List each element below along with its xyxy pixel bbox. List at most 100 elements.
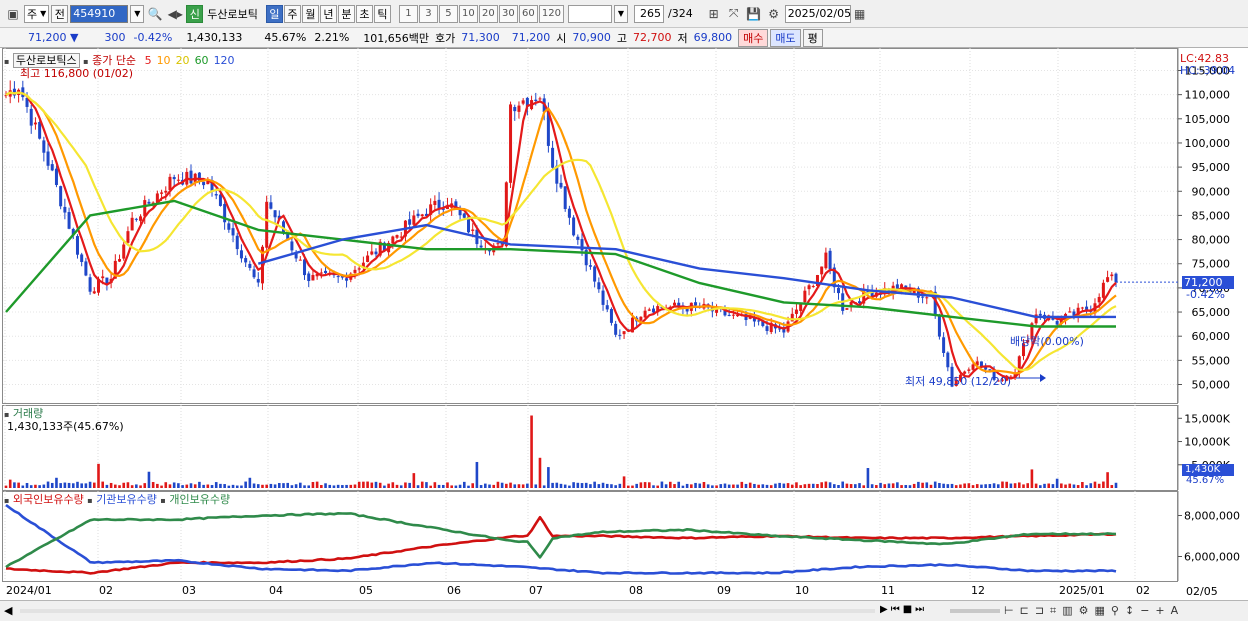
foreign-holdings-label: 외국인보유수량 (12, 493, 84, 506)
ma-period-20[interactable]: 20 (176, 54, 190, 67)
volume-bar (879, 482, 882, 488)
volume-bar (273, 484, 277, 488)
panel-handle-icon[interactable]: ▪ (4, 57, 9, 66)
interval-button-30[interactable]: 30 (498, 4, 518, 23)
volume-bar (101, 481, 105, 488)
code-dropdown-icon[interactable]: ▼ (130, 4, 145, 23)
holdings-panel-handle-icon-3[interactable]: ▪ (160, 496, 165, 505)
measure-icon[interactable]: ⊏ (1020, 604, 1029, 618)
volume-bar (513, 484, 517, 488)
period-tab-3[interactable]: 년 (319, 4, 337, 23)
volume-bar (921, 482, 924, 488)
rewind-icon[interactable]: ⏮ (891, 604, 900, 615)
speaker-icon[interactable]: ◀▸ (166, 5, 184, 23)
candle-body (298, 259, 302, 261)
period-tab-4[interactable]: 분 (337, 4, 355, 23)
save-icon[interactable]: 💾 (745, 5, 763, 23)
candle-body (942, 337, 946, 353)
zoom-slider[interactable] (950, 609, 1000, 613)
play-icon[interactable]: ▶ (880, 604, 888, 615)
volume-bar (618, 483, 622, 488)
zoom-in-icon[interactable]: + (1155, 604, 1164, 618)
search-icon[interactable]: 🔍 (146, 5, 164, 23)
volume-bar (307, 485, 311, 488)
scroll-track[interactable] (20, 609, 875, 613)
volume-bar (193, 484, 197, 488)
interval-button-5[interactable]: 5 (438, 4, 458, 23)
settings-icon[interactable]: ⚙ (1079, 604, 1089, 618)
magnifier-icon[interactable]: ⚲ (1111, 604, 1119, 618)
interval-button-3[interactable]: 3 (418, 4, 438, 23)
prev-button[interactable]: 전 (51, 4, 69, 23)
period-tab-0[interactable]: 일 (265, 4, 283, 23)
zoom-out-icon[interactable]: − (1140, 604, 1149, 618)
ma-period-60[interactable]: 60 (195, 54, 209, 67)
volume-bar (908, 485, 912, 488)
fast-forward-icon[interactable]: ⏭ (915, 604, 924, 615)
volume-bar (1009, 483, 1013, 488)
volume-bar (479, 485, 483, 488)
table-icon[interactable]: ▦ (1095, 604, 1105, 618)
volume-bar (214, 482, 218, 488)
candle-body (794, 309, 798, 314)
volume-bar (572, 482, 575, 488)
volume-bar (130, 485, 134, 488)
sell-button[interactable]: 매도 (770, 28, 801, 47)
pan-icon[interactable]: ↕ (1125, 604, 1134, 618)
holdings-panel-handle-icon-2[interactable]: ▪ (87, 496, 92, 505)
period-tab-1[interactable]: 주 (283, 4, 301, 23)
high-label: 고 (616, 31, 628, 45)
stock-name: 두산로보틱 (207, 7, 258, 21)
volume-bar (1110, 485, 1114, 488)
holdings-panel-handle-icon[interactable]: ▪ (4, 496, 9, 505)
volume-bar (1039, 485, 1042, 488)
count-input[interactable]: 265 (633, 4, 664, 23)
period-tab-2[interactable]: 월 (301, 4, 319, 23)
low-price: 69,800 (693, 31, 733, 44)
evaluate-button[interactable]: 평 (802, 28, 823, 47)
range-icon[interactable]: ⊐ (1035, 604, 1044, 618)
ma-period-120[interactable]: 120 (214, 54, 235, 67)
interval-button-20[interactable]: 20 (478, 4, 498, 23)
interval-button-60[interactable]: 60 (518, 4, 538, 23)
volume-bar (164, 482, 168, 488)
date-input[interactable]: 2025/02/05 (784, 4, 851, 23)
volume-bar (1081, 482, 1084, 488)
candle-body (694, 302, 698, 306)
calendar-icon[interactable]: ▦ (853, 5, 867, 23)
chart-area[interactable]: 2024/01 02 03 04 05 06 07 08 09 10 11 12 2025/01 02 11… (0, 48, 1248, 621)
interval-button-10[interactable]: 10 (458, 4, 478, 23)
crosshair-icon[interactable]: ⤧ (725, 5, 743, 23)
volume-bar (1106, 472, 1109, 488)
interval-button-1[interactable]: 1 (398, 4, 418, 23)
scroll-left-icon[interactable]: ◀ (4, 604, 12, 617)
bars-icon[interactable]: ▥ (1062, 604, 1072, 618)
fit-icon[interactable]: ⊢ (1004, 604, 1014, 618)
volume-bar (509, 482, 512, 488)
volume-bar (626, 485, 630, 488)
window-icon[interactable]: ▣ (4, 5, 22, 23)
interval-button-120[interactable]: 120 (538, 4, 564, 23)
gear-icon[interactable]: ⚙ (765, 5, 783, 23)
font-size-icon[interactable]: A (1171, 604, 1179, 618)
buy-button[interactable]: 매수 (738, 28, 769, 47)
interval-dropdown-icon[interactable]: ▼ (613, 4, 628, 23)
grid-icon[interactable]: ⊞ (705, 5, 723, 23)
volume-bar (488, 484, 491, 488)
stop-icon[interactable]: ■ (903, 604, 912, 615)
stock-code-input[interactable] (70, 4, 129, 23)
ma-period-5[interactable]: 5 (145, 54, 152, 67)
volume-bar (757, 484, 760, 488)
period-tab-5[interactable]: 초 (355, 4, 373, 23)
ma-period-10[interactable]: 10 (157, 54, 171, 67)
volume-current-pct-tag: 45.67% (1186, 475, 1225, 486)
interval-custom-input[interactable] (567, 4, 612, 23)
y-tick-label-10: 65,000 (1192, 306, 1231, 319)
period-tab-6[interactable]: 틱 (373, 4, 391, 23)
candle-body (265, 201, 269, 248)
volume-bar (740, 481, 744, 488)
volume-bar (198, 481, 201, 488)
market-select[interactable]: 주 ▼ (24, 4, 50, 23)
compare-icon[interactable]: ⌗ (1050, 604, 1056, 618)
candle-body (366, 255, 370, 262)
